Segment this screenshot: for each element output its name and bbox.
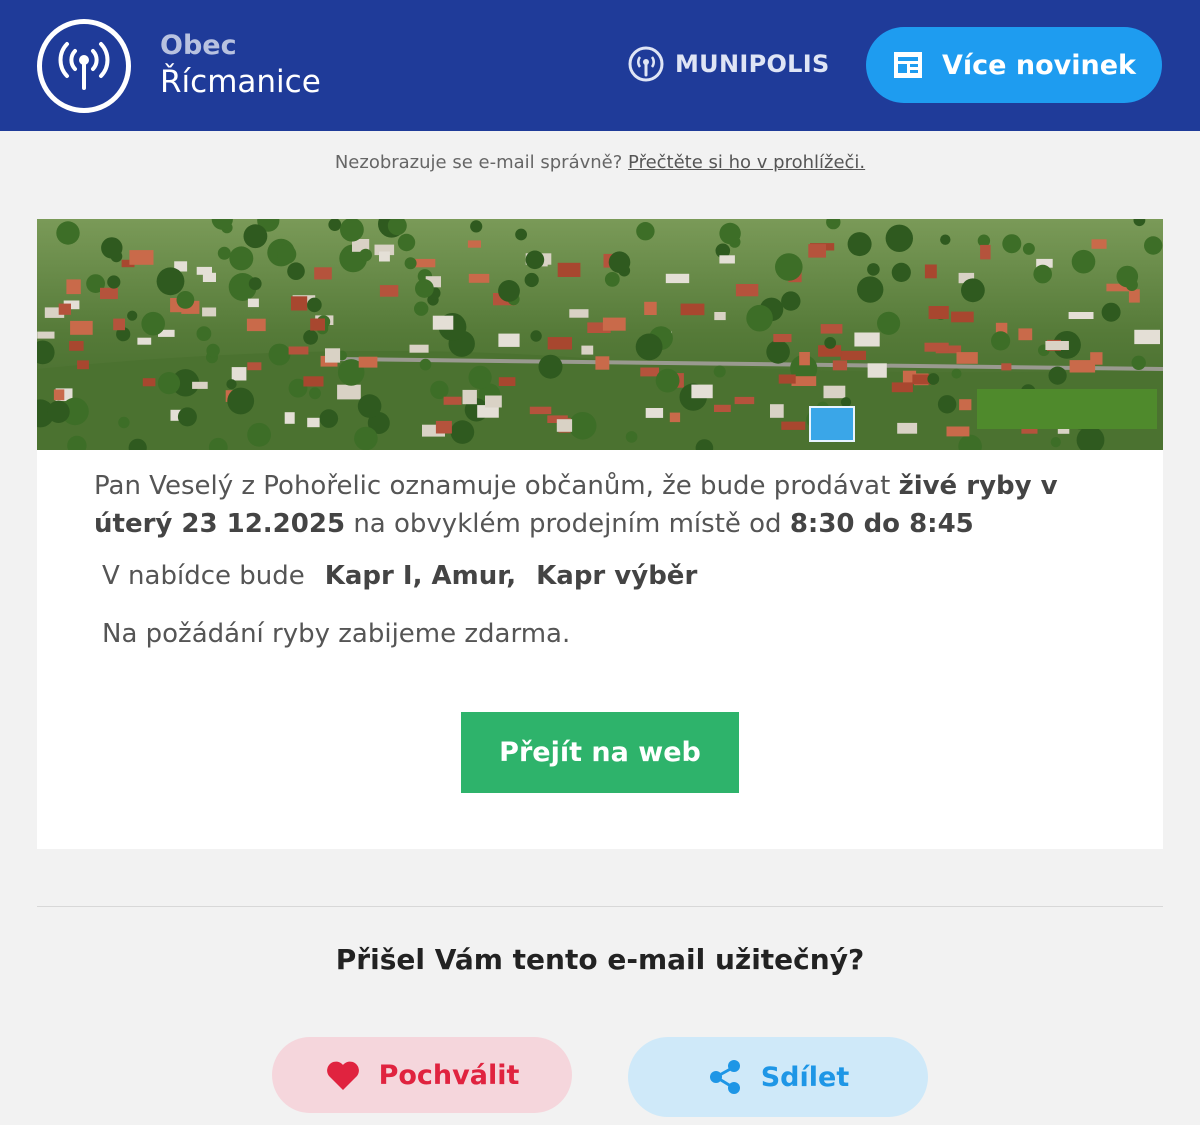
munipolis-logo-icon	[628, 46, 664, 82]
go-to-web-button[interactable]: Přejít na web	[461, 712, 739, 793]
village-aerial-image	[37, 219, 1163, 450]
newspaper-icon	[894, 52, 922, 78]
munipolis-brand[interactable]: MUNIPOLIS	[627, 44, 830, 84]
praise-button[interactable]: Pochválit	[272, 1037, 572, 1113]
feedback-question: Přišel Vám tento e-mail užitečný?	[335, 943, 865, 976]
announcement-highlight-2: 8:30 do 8:45	[789, 509, 974, 539]
announcement-part-2: na obvyklém prodejním místě od	[345, 509, 790, 539]
more-news-button[interactable]: Více novinek	[866, 27, 1162, 103]
town-logo[interactable]	[37, 19, 131, 113]
view-in-browser-link[interactable]: Přečtěte si ho v prohlížeči.	[628, 152, 865, 173]
praise-label: Pochválit	[378, 1059, 520, 1091]
offer-label: V nabídce bude	[102, 561, 305, 591]
header: Obec Řícmanice MUNIPOLIS Více novinek	[0, 0, 1200, 131]
offer-items-2: Kapr výběr	[536, 561, 698, 591]
town-label: Obec	[160, 30, 237, 61]
announcement-text: Pan Veselý z Pohořelic oznamuje občanům,…	[94, 467, 1094, 543]
more-news-label: Více novinek	[942, 49, 1136, 81]
town-name: Řícmanice	[160, 64, 321, 100]
browser-view-notice: Nezobrazuje se e-mail správně? Přečtěte …	[0, 152, 1200, 173]
message-card: Pan Veselý z Pohořelic oznamuje občanům,…	[37, 219, 1163, 849]
share-button[interactable]: Sdílet	[628, 1037, 928, 1117]
divider	[37, 906, 1163, 907]
broadcast-icon	[58, 42, 110, 90]
share-label: Sdílet	[760, 1061, 850, 1093]
kill-note: Na požádání ryby zabijeme zdarma.	[102, 619, 571, 649]
munipolis-label: MUNIPOLIS	[675, 50, 830, 78]
heart-icon	[326, 1061, 359, 1090]
announcement-part-1: Pan Veselý z Pohořelic oznamuje občanům,…	[94, 471, 899, 501]
share-icon	[709, 1060, 740, 1094]
offer-items-1: Kapr I, Amur,	[324, 561, 517, 591]
notice-text: Nezobrazuje se e-mail správně?	[334, 152, 623, 173]
offer-line: V nabídce bude Kapr I, Amur, Kapr výběr	[102, 561, 697, 591]
